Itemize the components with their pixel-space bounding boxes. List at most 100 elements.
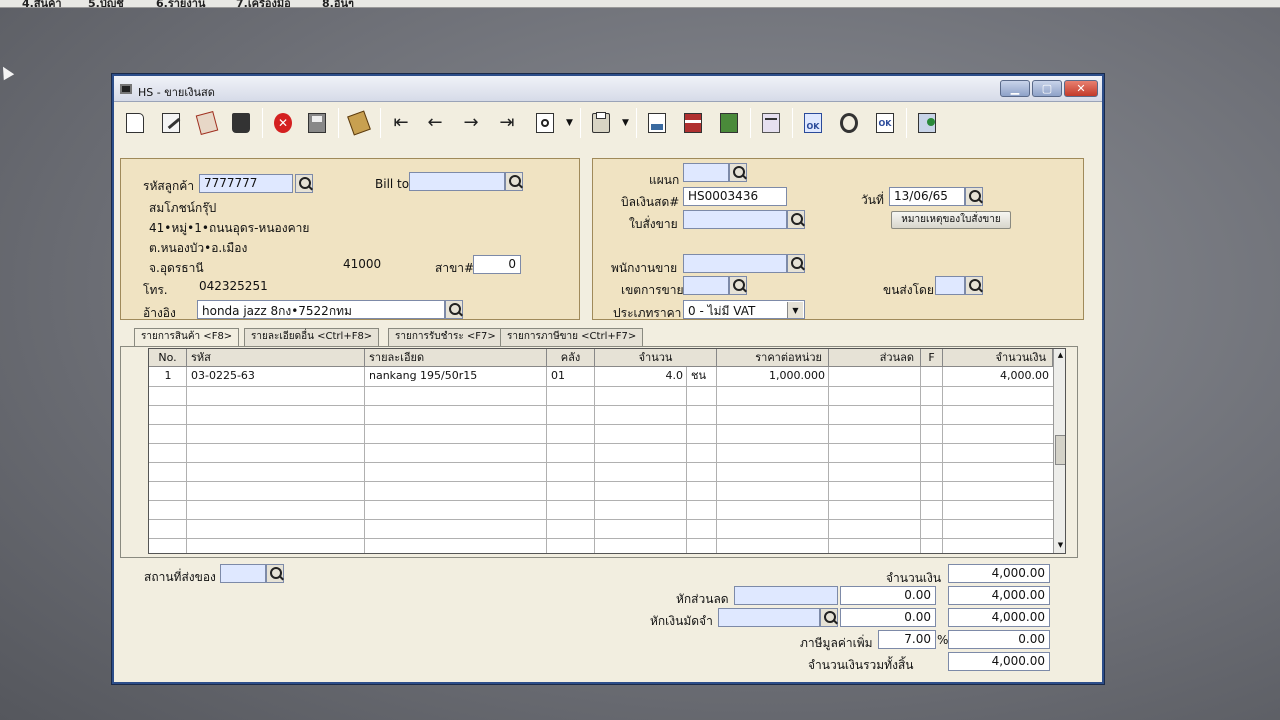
tab-payments[interactable]: รายการรับชำระ <F7> bbox=[388, 328, 503, 346]
deposit-lookup-icon[interactable] bbox=[820, 608, 838, 627]
column-header-flag[interactable]: F bbox=[921, 349, 943, 367]
print-button[interactable] bbox=[588, 110, 614, 136]
tab-sales-tax[interactable]: รายการภาษีขาย <Ctrl+F7> bbox=[500, 328, 644, 346]
menubar: 4.สินค้า 5.บัญชี 6.รายงาน 7.เครื่องมือ 8… bbox=[0, 0, 1280, 8]
edit-icon bbox=[162, 113, 181, 133]
cash-bill-field[interactable]: HS0003436 bbox=[683, 187, 787, 206]
titlebar[interactable]: HS - ขายเงินสด ▁ ▢ ✕ bbox=[114, 76, 1102, 102]
document-panel: แผนก บิลเงินสด# HS0003436 วันที่ 13/06/6… bbox=[592, 158, 1084, 320]
shipped-by-lookup-icon[interactable] bbox=[965, 276, 983, 295]
scroll-up-icon[interactable]: ▲ bbox=[1054, 351, 1065, 359]
column-header-quantity[interactable]: จำนวน bbox=[595, 349, 717, 367]
row-description: nankang 195/50r15 bbox=[369, 369, 478, 382]
items-grid[interactable]: No. รหัส รายละเอียด คลัง จำนวน ราคาต่อหน… bbox=[148, 348, 1066, 554]
column-header-code[interactable]: รหัส bbox=[187, 349, 365, 367]
print-dropdown-arrow-icon[interactable]: ▼ bbox=[622, 118, 629, 128]
bill-to-lookup-icon[interactable] bbox=[505, 172, 523, 191]
amount-field: 4,000.00 bbox=[948, 564, 1050, 583]
sales-area-lookup-icon[interactable] bbox=[729, 276, 747, 295]
salesperson-lookup-icon[interactable] bbox=[787, 254, 805, 273]
calculator-button[interactable] bbox=[644, 110, 670, 136]
minimize-button[interactable]: ▁ bbox=[1000, 80, 1030, 97]
settings-button[interactable] bbox=[914, 110, 940, 136]
menu-item-reports[interactable]: 6.รายงาน bbox=[156, 0, 205, 7]
price-type-value: 0 - ไม่มี VAT bbox=[688, 304, 756, 318]
column-header-discount[interactable]: ส่วนลด bbox=[829, 349, 921, 367]
order-note-button[interactable]: หมายเหตุของใบสั่งขาย bbox=[891, 211, 1011, 229]
cancel-button[interactable]: ✕ bbox=[270, 110, 296, 136]
ok-button[interactable]: OK bbox=[872, 110, 898, 136]
date-field[interactable]: 13/06/65 bbox=[889, 187, 965, 206]
copy-button[interactable] bbox=[194, 110, 220, 136]
customer-lookup-icon[interactable] bbox=[295, 174, 313, 193]
previous-record-button[interactable]: ← bbox=[422, 110, 448, 136]
tab-other-details[interactable]: รายละเอียดอื่น <Ctrl+F8> bbox=[244, 328, 380, 346]
sales-area-field[interactable] bbox=[683, 276, 729, 295]
sales-order-lookup-icon[interactable] bbox=[787, 210, 805, 229]
bill-to-label: Bill to bbox=[375, 177, 410, 191]
column-header-no[interactable]: No. bbox=[149, 349, 187, 367]
menu-item-other[interactable]: 8.อื่นๆ bbox=[322, 0, 354, 7]
customer-address-line2: ต.หนองบัว•อ.เมือง bbox=[149, 241, 248, 255]
tools-icon bbox=[840, 113, 858, 133]
vat-rate-field[interactable]: 7.00 bbox=[878, 630, 936, 649]
deposit-input[interactable] bbox=[718, 608, 820, 627]
sales-order-label: ใบสั่งขาย bbox=[629, 217, 678, 231]
row-quantity: 4.0 bbox=[665, 369, 684, 382]
column-header-description[interactable]: รายละเอียด bbox=[365, 349, 547, 367]
shipped-by-field[interactable] bbox=[935, 276, 965, 295]
deposit-net: 4,000.00 bbox=[948, 608, 1050, 627]
branch-field[interactable]: 0 bbox=[473, 255, 521, 274]
menu-item-accounts[interactable]: 5.บัญชี bbox=[88, 0, 124, 7]
salesperson-field[interactable] bbox=[683, 254, 787, 273]
scroll-thumb[interactable] bbox=[1055, 435, 1065, 465]
card-icon bbox=[684, 113, 702, 133]
edit-button[interactable] bbox=[158, 110, 184, 136]
column-header-amount[interactable]: จำนวนเงิน bbox=[943, 349, 1053, 367]
ship-place-label: สถานที่ส่งของ bbox=[144, 570, 216, 584]
approve-button[interactable]: OK bbox=[800, 110, 826, 136]
reference-field[interactable]: honda jazz 8กง•7522กทม bbox=[197, 300, 445, 319]
export-button[interactable] bbox=[758, 110, 784, 136]
search-dropdown-arrow-icon[interactable]: ▼ bbox=[566, 118, 573, 128]
delete-button[interactable] bbox=[228, 110, 254, 136]
menu-item-tools[interactable]: 7.เครื่องมือ bbox=[236, 0, 291, 7]
sales-order-field[interactable] bbox=[683, 210, 787, 229]
next-record-button[interactable]: → bbox=[458, 110, 484, 136]
first-record-icon: ⇤ bbox=[393, 112, 409, 133]
customer-zip: 41000 bbox=[343, 257, 382, 271]
ship-place-lookup-icon[interactable] bbox=[266, 564, 284, 583]
chevron-down-icon[interactable]: ▼ bbox=[787, 302, 803, 318]
report-button[interactable] bbox=[716, 110, 742, 136]
new-button[interactable] bbox=[122, 110, 148, 136]
row-code: 03-0225-63 bbox=[191, 369, 255, 382]
close-button[interactable]: ✕ bbox=[1064, 80, 1098, 97]
bill-to-field[interactable] bbox=[409, 172, 505, 191]
customer-address-line1: 41•หมู่•1•ถนนอุดร-หนองคาย bbox=[149, 221, 310, 235]
transfer-button[interactable] bbox=[346, 110, 372, 136]
column-header-unit-price[interactable]: ราคาต่อหน่วย bbox=[717, 349, 829, 367]
price-type-label: ประเภทราคา bbox=[613, 306, 682, 320]
customer-code-field[interactable]: 7777777 bbox=[199, 174, 293, 193]
reference-lookup-icon[interactable] bbox=[445, 300, 463, 319]
save-button[interactable] bbox=[304, 110, 330, 136]
discount-input[interactable] bbox=[734, 586, 838, 605]
menu-item-products[interactable]: 4.สินค้า bbox=[22, 0, 62, 7]
first-record-button[interactable]: ⇤ bbox=[388, 110, 414, 136]
department-field[interactable] bbox=[683, 163, 729, 182]
card-button[interactable] bbox=[680, 110, 706, 136]
date-picker-icon[interactable] bbox=[965, 187, 983, 206]
last-record-button[interactable]: ⇥ bbox=[494, 110, 520, 136]
tab-items[interactable]: รายการสินค้า <F8> bbox=[134, 328, 240, 347]
grid-scrollbar[interactable]: ▲ ▼ bbox=[1053, 349, 1065, 553]
tools-button[interactable] bbox=[836, 110, 862, 136]
price-type-select[interactable]: 0 - ไม่มี VAT ▼ bbox=[683, 300, 805, 319]
maximize-button[interactable]: ▢ bbox=[1032, 80, 1062, 97]
department-lookup-icon[interactable] bbox=[729, 163, 747, 182]
ship-place-field[interactable] bbox=[220, 564, 266, 583]
search-record-button[interactable] bbox=[532, 110, 558, 136]
ok-icon: OK bbox=[876, 113, 894, 133]
column-header-warehouse[interactable]: คลัง bbox=[547, 349, 595, 367]
scroll-down-icon[interactable]: ▼ bbox=[1054, 541, 1065, 549]
cash-sale-window: HS - ขายเงินสด ▁ ▢ ✕ ✕ ⇤ ← → ⇥ ▼ ▼ OK OK bbox=[112, 74, 1104, 684]
